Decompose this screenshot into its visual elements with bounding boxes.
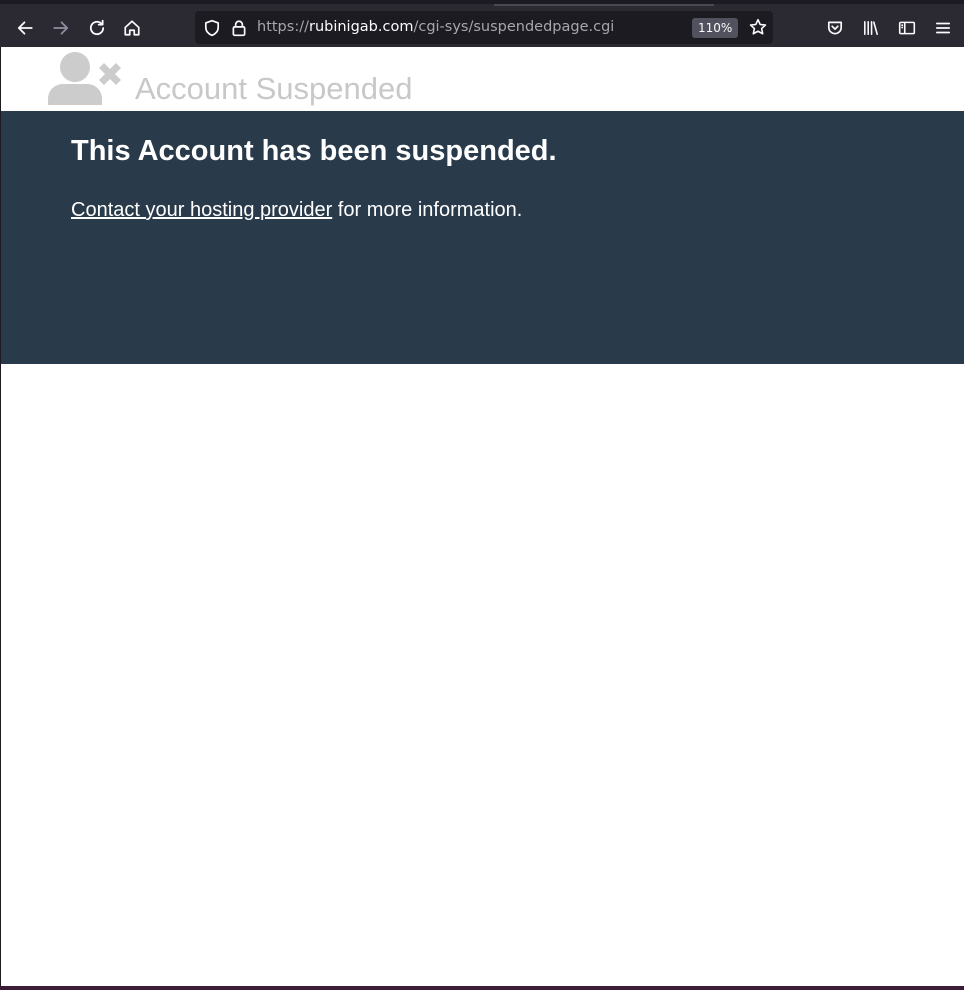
pocket-icon bbox=[827, 21, 843, 35]
library-icon bbox=[864, 21, 878, 35]
url-text[interactable]: https://rubinigab.com/cgi-sys/suspendedp… bbox=[257, 11, 614, 44]
browser-window: https://rubinigab.com/cgi-sys/suspendedp… bbox=[0, 0, 964, 990]
arrow-left-icon bbox=[17, 21, 33, 35]
sidebar-icon bbox=[898, 21, 916, 35]
contact-message-suffix: for more information. bbox=[332, 199, 523, 221]
page-header: Account Suspended bbox=[1, 47, 964, 111]
page-heading: This Account has been suspended. bbox=[71, 135, 557, 167]
url-bar[interactable]: https://rubinigab.com/cgi-sys/suspendedp… bbox=[195, 11, 773, 44]
tab-strip-edge bbox=[494, 4, 714, 6]
page-content: Account Suspended This Account has been … bbox=[1, 47, 964, 986]
reload-icon bbox=[89, 19, 105, 36]
star-icon bbox=[749, 18, 767, 35]
desktop-edge bbox=[0, 986, 964, 990]
forward-button[interactable] bbox=[46, 13, 76, 43]
pocket-button[interactable] bbox=[820, 13, 850, 43]
home-icon bbox=[124, 20, 140, 36]
hamburger-menu-icon bbox=[935, 22, 951, 34]
brand-title: Account Suspended bbox=[135, 71, 413, 106]
user-remove-icon bbox=[48, 52, 121, 105]
bookmark-button[interactable] bbox=[743, 12, 773, 42]
zoom-level-button[interactable]: 110% bbox=[692, 18, 739, 38]
reload-button[interactable] bbox=[82, 13, 112, 43]
url-scheme: https:// bbox=[257, 19, 309, 35]
arrow-right-icon bbox=[53, 21, 69, 35]
url-host: rubinigab.com bbox=[308, 19, 414, 35]
app-menu-button[interactable] bbox=[928, 13, 958, 43]
sidebar-button[interactable] bbox=[892, 13, 922, 43]
suspension-banner: This Account has been suspended. Contact… bbox=[1, 111, 964, 364]
home-button[interactable] bbox=[117, 13, 147, 43]
contact-hosting-link[interactable]: Contact your hosting provider bbox=[71, 199, 332, 221]
contact-message: Contact your hosting provider for more i… bbox=[71, 199, 522, 222]
back-button[interactable] bbox=[10, 13, 40, 43]
lock-icon[interactable] bbox=[230, 19, 248, 37]
browser-toolbar: https://rubinigab.com/cgi-sys/suspendedp… bbox=[0, 0, 964, 47]
url-path: /cgi-sys/suspendedpage.cgi bbox=[413, 19, 615, 35]
library-button[interactable] bbox=[856, 13, 886, 43]
shield-icon[interactable] bbox=[203, 19, 221, 37]
